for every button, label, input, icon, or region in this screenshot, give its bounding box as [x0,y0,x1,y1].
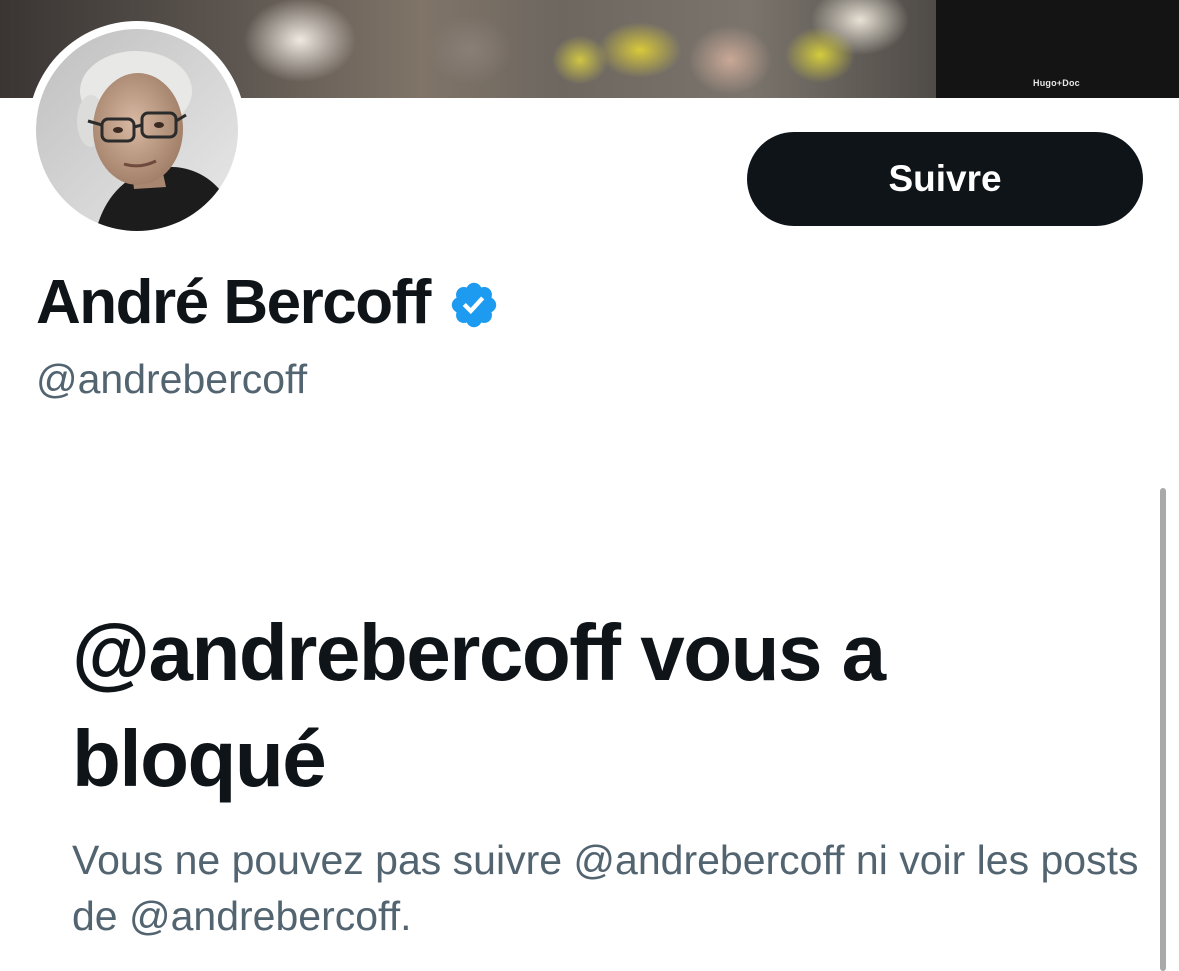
blocked-title: @andrebercoff vous a bloqué [72,608,886,803]
blocked-description: Vous ne pouvez pas suivre @andrebercoff … [72,837,1139,939]
banner-watermark: Hugo+Doc [1033,78,1080,88]
scrollbar-thumb[interactable] [1160,488,1166,971]
scrollbar[interactable] [1157,488,1169,971]
avatar-photo [36,29,238,231]
follow-button[interactable]: Suivre [747,132,1143,226]
profile-handle: @andrebercoff [36,356,308,402]
display-name: André Bercoff [36,268,431,337]
display-name-row: André Bercoff [36,268,500,338]
verified-badge-icon[interactable] [448,279,500,331]
avatar[interactable] [28,21,246,239]
